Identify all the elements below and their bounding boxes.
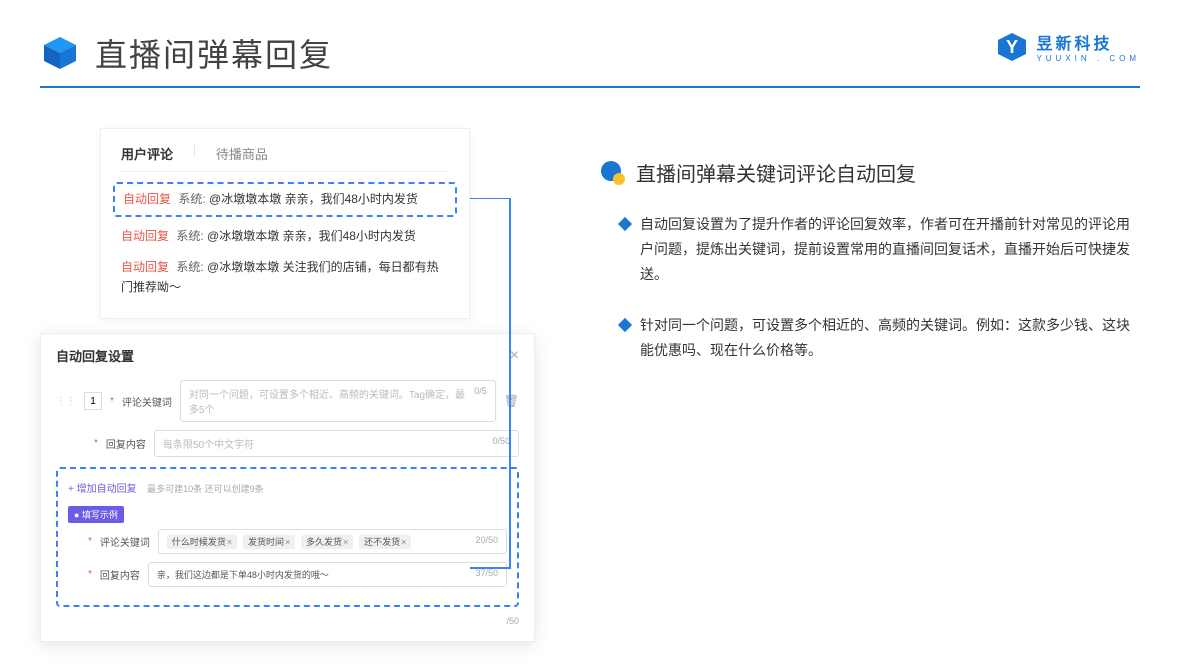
left-panel: 用户评论 | 待播商品 自动回复 系统: @冰墩墩本墩 亲亲，我们48小时内发货… xyxy=(40,128,560,388)
comment-text: @冰墩墩本墩 亲亲，我们48小时内发货 xyxy=(209,192,418,206)
example-row-2: * 回复内容 亲，我们这边都是下单48小时内发货的哦～ 37/50 xyxy=(68,562,507,587)
tag-chip[interactable]: 多久发货× xyxy=(301,535,353,549)
section-title: 直播间弹幕关键词评论自动回复 xyxy=(636,158,916,187)
comment-highlighted: 自动回复 系统: @冰墩墩本墩 亲亲，我们48小时内发货 xyxy=(113,182,457,217)
brand-name-en: YUUXIN . COM xyxy=(1036,54,1140,63)
row-number: 1 xyxy=(84,392,102,410)
tag-chip[interactable]: 还不发货× xyxy=(359,535,411,549)
field-label-reply: 回复内容 xyxy=(106,436,146,451)
tab-divider: | xyxy=(193,144,196,163)
header: 直播间弹幕回复 Y 昱新科技 YUUXIN . COM xyxy=(0,0,1180,86)
bullet-text: 自动回复设置为了提升作者的评论回复效率，作者可在开播前针对常见的评论用户问题，提… xyxy=(640,212,1140,288)
cube-icon xyxy=(40,33,80,73)
auto-reply-tag: 自动回复 xyxy=(123,192,171,206)
system-label: 系统: xyxy=(178,192,205,206)
auto-reply-tag: 自动回复 xyxy=(121,260,169,274)
svg-text:Y: Y xyxy=(1006,37,1018,57)
system-label: 系统: xyxy=(176,229,203,243)
modal-header: 自动回复设置 × xyxy=(56,346,519,365)
brand-icon: Y xyxy=(996,31,1028,63)
keyword-input[interactable]: 对同一个问题，可设置多个相近、高频的关键词。Tag确定，最多5个 0/5 xyxy=(180,380,496,422)
comments-card: 用户评论 | 待播商品 自动回复 系统: @冰墩墩本墩 亲亲，我们48小时内发货… xyxy=(100,128,470,319)
main-content: 用户评论 | 待播商品 自动回复 系统: @冰墩墩本墩 亲亲，我们48小时内发货… xyxy=(0,88,1180,428)
example-reply-input[interactable]: 亲，我们这边都是下单48小时内发货的哦～ 37/50 xyxy=(148,562,507,587)
field-label-reply: 回复内容 xyxy=(100,567,140,582)
diamond-icon xyxy=(618,217,632,231)
close-icon[interactable]: × xyxy=(510,347,519,365)
add-reply-link[interactable]: + 增加自动回复 xyxy=(68,480,137,495)
example-keyword-input[interactable]: 什么时候发货× 发货时间× 多久发货× 还不发货× 20/50 xyxy=(158,529,507,554)
counter: /50 xyxy=(506,616,519,626)
system-label: 系统: xyxy=(176,260,203,274)
settings-modal: 自动回复设置 × ⋮⋮ 1 * 评论关键词 对同一个问题，可设置多个相近、高频的… xyxy=(40,333,535,642)
required-star: * xyxy=(88,569,92,580)
comment-item: 自动回复 系统: @冰墩墩本墩 亲亲，我们48小时内发货 xyxy=(121,221,449,252)
brand-logo: Y 昱新科技 YUUXIN . COM xyxy=(996,30,1140,63)
counter: 0/50 xyxy=(492,436,510,451)
auto-reply-tag: 自动回复 xyxy=(121,229,169,243)
drag-icon[interactable]: ⋮⋮ xyxy=(56,396,76,407)
trash-icon[interactable]: 🗑 xyxy=(504,394,519,408)
tag-chip[interactable]: 什么时候发货× xyxy=(167,535,237,549)
tab-products[interactable]: 待播商品 xyxy=(216,144,268,163)
required-star: * xyxy=(88,536,92,547)
form-row-1: ⋮⋮ 1 * 评论关键词 对同一个问题，可设置多个相近、高频的关键词。Tag确定… xyxy=(56,380,519,422)
bullet-item: 自动回复设置为了提升作者的评论回复效率，作者可在开播前针对常见的评论用户问题，提… xyxy=(600,212,1140,288)
tabs: 用户评论 | 待播商品 xyxy=(121,144,449,172)
tag-chip[interactable]: 发货时间× xyxy=(243,535,295,549)
modal-title: 自动回复设置 xyxy=(56,346,134,365)
field-label-keyword: 评论关键词 xyxy=(122,394,172,409)
add-hint: 最多可建10条 还可以创建9条 xyxy=(147,484,264,494)
required-star: * xyxy=(110,396,114,407)
example-badge: ● 填写示例 xyxy=(68,506,124,523)
required-star: * xyxy=(94,438,98,449)
example-row-1: * 评论关键词 什么时候发货× 发货时间× 多久发货× 还不发货× 20/50 xyxy=(68,529,507,554)
form-row-2: * 回复内容 每条限50个中文字符 0/50 xyxy=(56,430,519,457)
page-title: 直播间弹幕回复 xyxy=(95,30,333,76)
counter: 0/5 xyxy=(474,386,487,416)
brand-name-cn: 昱新科技 xyxy=(1036,30,1140,54)
chat-bubble-icon xyxy=(600,160,626,186)
field-label-keyword: 评论关键词 xyxy=(100,534,150,549)
counter: 20/50 xyxy=(475,535,498,548)
example-box: + 增加自动回复 最多可建10条 还可以创建9条 ● 填写示例 * 评论关键词 … xyxy=(56,467,519,607)
right-panel: 直播间弹幕关键词评论自动回复 自动回复设置为了提升作者的评论回复效率，作者可在开… xyxy=(600,128,1140,388)
section-head: 直播间弹幕关键词评论自动回复 xyxy=(600,158,1140,187)
bullet-item: 针对同一个问题，可设置多个相近的、高频的关键词。例如：这款多少钱、这块能优惠吗、… xyxy=(600,313,1140,363)
bullet-text: 针对同一个问题，可设置多个相近的、高频的关键词。例如：这款多少钱、这块能优惠吗、… xyxy=(640,313,1140,363)
tab-comments[interactable]: 用户评论 xyxy=(121,144,173,163)
reply-input[interactable]: 每条限50个中文字符 0/50 xyxy=(154,430,519,457)
counter: 37/50 xyxy=(475,568,498,581)
comment-text: @冰墩墩本墩 亲亲，我们48小时内发货 xyxy=(207,229,416,243)
diamond-icon xyxy=(618,317,632,331)
comment-item: 自动回复 系统: @冰墩墩本墩 关注我们的店铺，每日都有热门推荐呦～ xyxy=(121,252,449,302)
